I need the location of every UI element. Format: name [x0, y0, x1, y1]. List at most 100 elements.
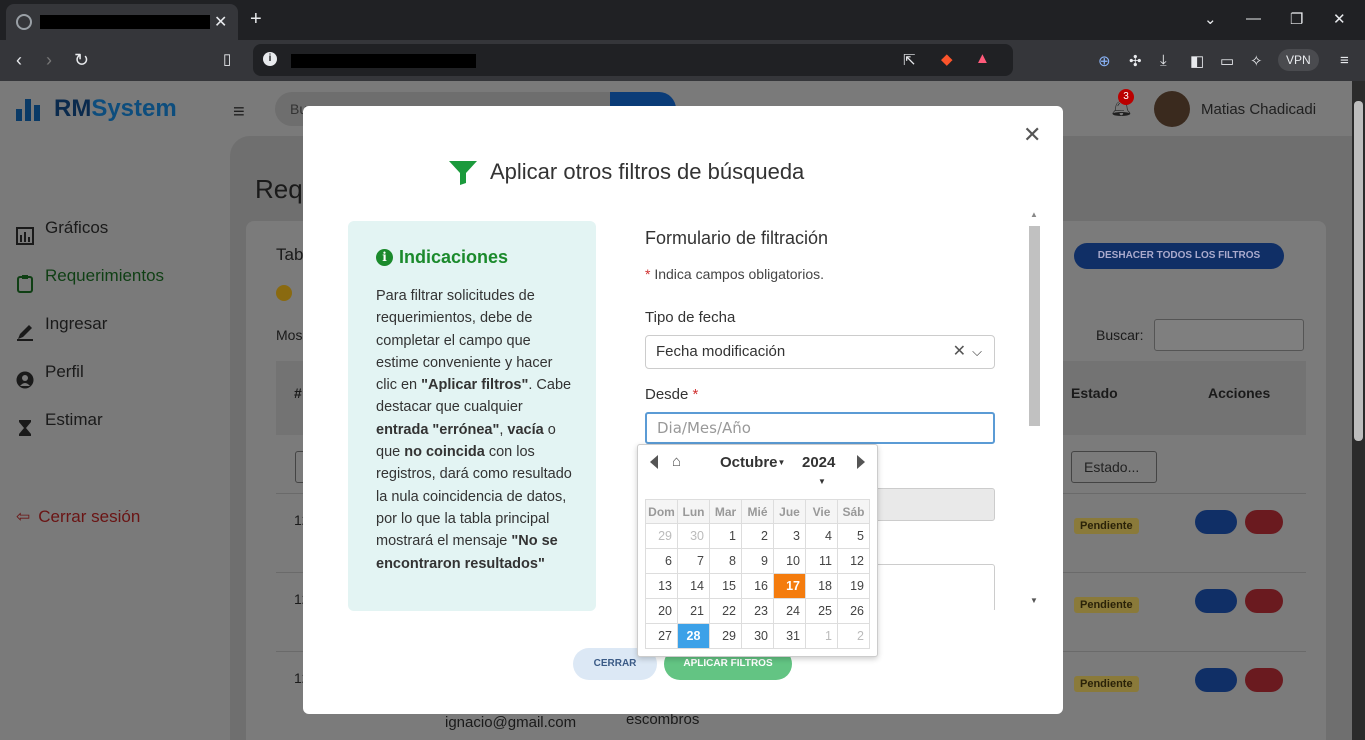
calendar-day[interactable]: 2 — [837, 623, 870, 649]
calendar-day[interactable]: 29 — [709, 623, 742, 649]
calendar-day[interactable]: 21 — [677, 598, 710, 624]
calendar-day[interactable]: 11 — [805, 548, 838, 574]
calendar-day[interactable]: 28 — [677, 623, 710, 649]
calendar-day[interactable]: 2 — [741, 523, 774, 549]
download-icon[interactable]: ⤓ — [1160, 52, 1167, 69]
calendar-day[interactable]: 29 — [645, 523, 678, 549]
brave-rewards-icon[interactable]: ▲ — [975, 50, 990, 67]
calendar-day[interactable]: 5 — [837, 523, 870, 549]
date-type-select[interactable]: Fecha modificación ✕ ⌵ — [645, 335, 995, 369]
forward-icon[interactable]: › — [46, 50, 52, 71]
view-folder-button[interactable] — [1195, 510, 1237, 534]
calendar-day[interactable]: 20 — [645, 598, 678, 624]
notification-badge: 3 — [1118, 89, 1134, 105]
new-tab-icon[interactable]: + — [250, 8, 262, 31]
sidebar-toggle-icon[interactable]: ◧ — [1190, 52, 1204, 70]
next-month-icon[interactable] — [857, 455, 865, 469]
close-tab-icon[interactable]: ✕ — [214, 12, 227, 32]
bookmark-icon[interactable]: ▯ — [223, 50, 231, 68]
calendar-day[interactable]: 26 — [837, 598, 870, 624]
translate-icon[interactable]: ⊕ — [1098, 52, 1111, 70]
browser-tab[interactable]: ✕ — [6, 4, 238, 40]
minimize-icon[interactable]: — — [1246, 10, 1261, 27]
prev-month-icon[interactable] — [650, 455, 658, 469]
funnel-icon — [449, 161, 477, 185]
close-window-icon[interactable]: ✕ — [1333, 10, 1346, 28]
calendar-day[interactable]: 15 — [709, 573, 742, 599]
leo-ai-icon[interactable]: ✧ — [1250, 52, 1263, 70]
calendar-day[interactable]: 13 — [645, 573, 678, 599]
calendar-day[interactable]: 9 — [741, 548, 774, 574]
tab-search-icon[interactable]: ⌄ — [1204, 10, 1217, 28]
back-icon[interactable]: ‹ — [16, 50, 22, 71]
year-down-icon[interactable]: ▼ — [818, 477, 826, 486]
wallet-icon[interactable]: ▭ — [1220, 52, 1234, 70]
calendar-day[interactable]: 19 — [837, 573, 870, 599]
calendar-day[interactable]: 31 — [773, 623, 806, 649]
user-name[interactable]: Matias Chadicadi — [1201, 101, 1316, 118]
site-info-icon[interactable]: i — [263, 52, 277, 66]
table-search-input[interactable] — [1154, 319, 1304, 351]
page-scrollbar[interactable] — [1352, 81, 1365, 740]
reload-icon[interactable]: ↻ — [74, 50, 89, 71]
modal-scrollbar[interactable]: ▲ ▼ — [1026, 208, 1042, 608]
chevron-down-icon[interactable]: ⌵ — [972, 336, 982, 368]
delete-button[interactable] — [1245, 510, 1283, 534]
delete-button[interactable] — [1245, 668, 1283, 692]
extensions-icon[interactable]: ✣ — [1129, 52, 1142, 70]
calendar-day[interactable]: 7 — [677, 548, 710, 574]
sidebar-item-graficos[interactable]: Gráficos — [0, 209, 230, 257]
hamburger-menu-icon[interactable]: ≡ — [233, 101, 245, 124]
sidebar-item-ingresar[interactable]: Ingresar — [0, 305, 230, 353]
vpn-button[interactable]: VPN — [1278, 49, 1319, 71]
user-avatar[interactable] — [1154, 91, 1190, 127]
scroll-thumb[interactable] — [1029, 226, 1040, 426]
calendar-day[interactable]: 16 — [741, 573, 774, 599]
calendar-day[interactable]: 24 — [773, 598, 806, 624]
calendar-day[interactable]: 3 — [773, 523, 806, 549]
calendar-day[interactable]: 12 — [837, 548, 870, 574]
from-date-input[interactable]: Dia/Mes/Año — [645, 412, 995, 444]
delete-button[interactable] — [1245, 589, 1283, 613]
close-modal-icon[interactable]: ✕ — [1023, 122, 1041, 148]
view-folder-button[interactable] — [1195, 589, 1237, 613]
scroll-up-icon[interactable]: ▲ — [1030, 210, 1038, 219]
calendar-day[interactable]: 6 — [645, 548, 678, 574]
calendar-day[interactable]: 1 — [709, 523, 742, 549]
view-folder-button[interactable] — [1195, 668, 1237, 692]
col-num-header[interactable]: # — [294, 385, 302, 401]
month-select[interactable]: Octubre▼ — [720, 454, 785, 471]
calendar-day[interactable]: 10 — [773, 548, 806, 574]
home-icon[interactable]: ⌂ — [672, 453, 681, 470]
year-select[interactable]: 2024 — [802, 454, 835, 471]
col-estado-header[interactable]: Estado — [1071, 385, 1118, 401]
calendar-day[interactable]: 4 — [805, 523, 838, 549]
calendar-day[interactable]: 23 — [741, 598, 774, 624]
scroll-down-icon[interactable]: ▼ — [1030, 596, 1038, 605]
sidebar-item-estimar[interactable]: Estimar — [0, 401, 230, 449]
restore-icon[interactable]: ❐ — [1290, 10, 1303, 28]
calendar-day[interactable]: 25 — [805, 598, 838, 624]
undo-all-filters-button[interactable]: DESHACER TODOS LOS FILTROS — [1074, 243, 1284, 269]
calendar-day[interactable]: 30 — [741, 623, 774, 649]
calendar-day[interactable]: 14 — [677, 573, 710, 599]
calendar-day[interactable]: 30 — [677, 523, 710, 549]
estado-filter-input[interactable]: Estado... — [1071, 451, 1157, 483]
calendar-day[interactable]: 17 — [773, 573, 806, 599]
from-label-text: Desde — [645, 386, 689, 403]
calendar-day[interactable]: 18 — [805, 573, 838, 599]
sidebar-item-perfil[interactable]: Perfil — [0, 353, 230, 401]
share-icon[interactable]: ⇱ — [903, 51, 916, 69]
indications-text: Para filtrar solicitudes de requerimient… — [376, 285, 576, 575]
sidebar-item-requerimientos[interactable]: Requerimientos — [0, 257, 230, 305]
calendar-day[interactable]: 27 — [645, 623, 678, 649]
calendar-day[interactable]: 1 — [805, 623, 838, 649]
logout-link[interactable]: ⇦ Cerrar sesión — [16, 507, 140, 527]
clear-selection-icon[interactable]: ✕ — [953, 336, 966, 368]
calendar-day[interactable]: 8 — [709, 548, 742, 574]
brave-shields-icon[interactable]: ◆ — [941, 50, 953, 68]
menu-icon[interactable]: ≡ — [1340, 52, 1349, 69]
sidebar-item-label: Ingresar — [45, 314, 108, 333]
url-bar[interactable]: i ⇱ ◆ ▲ — [253, 44, 1013, 76]
calendar-day[interactable]: 22 — [709, 598, 742, 624]
